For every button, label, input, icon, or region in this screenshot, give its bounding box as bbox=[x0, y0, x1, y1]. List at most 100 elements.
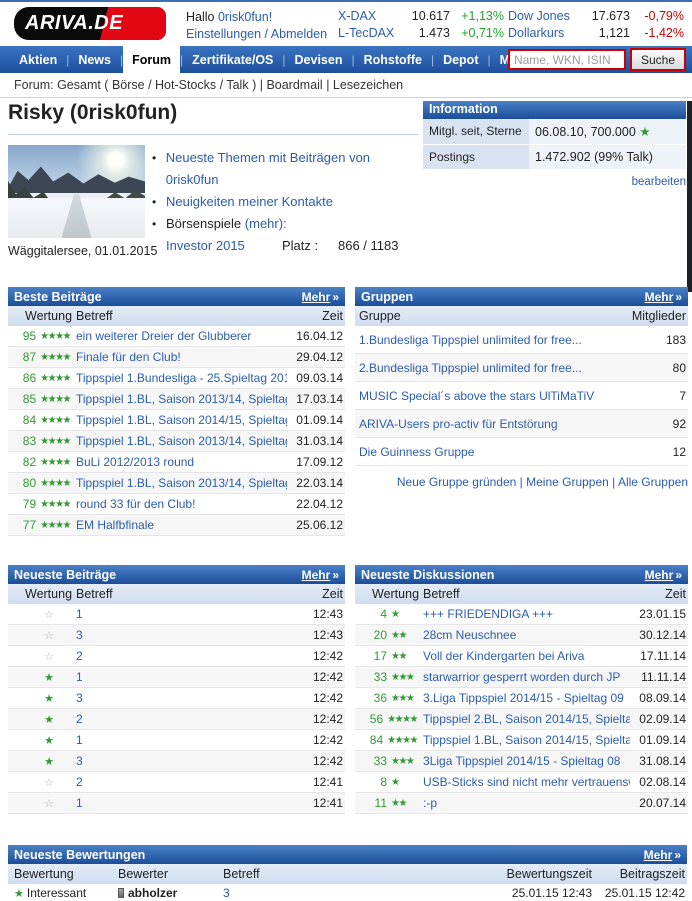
ticker-label[interactable]: L-TecDAX bbox=[338, 26, 400, 40]
post-link[interactable]: 3 bbox=[70, 691, 287, 705]
post-time: 31.08.14 bbox=[630, 754, 688, 768]
latest-topics-link[interactable]: Neueste Themen mit Beiträgen von 0risk0f… bbox=[166, 147, 422, 191]
post-link[interactable]: 1 bbox=[70, 670, 287, 684]
post-link[interactable]: ein weiterer Dreier der Glubberer bbox=[70, 329, 287, 343]
post-link[interactable]: USB-Sticks sind nicht mehr vertrauenswür… bbox=[417, 775, 630, 789]
post-link[interactable]: 1 bbox=[70, 796, 287, 810]
search-button[interactable]: Suche bbox=[630, 48, 686, 71]
group-link[interactable]: 2.Bundesliga Tippspiel unlimited for fre… bbox=[355, 361, 618, 375]
rating-value: 95 bbox=[8, 329, 36, 343]
bewerter-link[interactable]: abholzer bbox=[128, 886, 177, 900]
bewertungszeit: 25.01.15 12:43 bbox=[442, 886, 592, 900]
rating-value: 79 bbox=[8, 497, 36, 511]
post-link[interactable]: +++ FRIEDENDIGA +++ bbox=[417, 607, 630, 621]
post-link[interactable]: 1 bbox=[70, 733, 287, 747]
rating-cell: 80★★★★ bbox=[8, 476, 70, 490]
rating-stars-icon: ★★★ bbox=[391, 756, 413, 767]
panel-title: Neueste Bewertungen bbox=[14, 848, 145, 862]
rating-cell: ☆ bbox=[8, 629, 70, 642]
post-link[interactable]: 3 bbox=[70, 628, 287, 642]
more-link[interactable]: Mehr» bbox=[302, 568, 339, 582]
post-link[interactable]: 2 bbox=[70, 775, 287, 789]
star-empty-icon: ☆ bbox=[8, 797, 54, 810]
post-link[interactable]: Finale für den Club! bbox=[70, 350, 287, 364]
more-link[interactable]: Mehr» bbox=[302, 290, 339, 304]
gruppen-action-link[interactable]: Meine Gruppen bbox=[526, 475, 609, 489]
nav-item-forum[interactable]: Forum bbox=[123, 46, 180, 73]
breadcrumb-link[interactable]: Boardmail bbox=[266, 78, 322, 92]
post-link[interactable]: 1 bbox=[70, 607, 287, 621]
group-link[interactable]: ARIVA-Users pro-activ für Entstörung bbox=[355, 417, 618, 431]
table-row: ★212:42 bbox=[8, 709, 345, 730]
group-member-count: 80 bbox=[618, 361, 688, 375]
post-link[interactable]: EM Halfbfinale bbox=[70, 518, 287, 532]
nav-item-news[interactable]: News bbox=[69, 46, 120, 73]
account-links[interactable]: Einstellungen / Abmelden bbox=[186, 27, 327, 41]
rating-cell: 4★ bbox=[355, 607, 417, 621]
breadcrumb-link[interactable]: Börse bbox=[112, 78, 145, 92]
post-link[interactable]: 2 bbox=[70, 649, 287, 663]
game-link[interactable]: Investor 2015 bbox=[166, 235, 282, 257]
post-time: 12:43 bbox=[287, 628, 345, 642]
gruppen-action-link[interactable]: Alle Gruppen bbox=[618, 475, 688, 489]
post-link[interactable]: Voll der Kindergarten bei Ariva bbox=[417, 649, 630, 663]
breadcrumb-link[interactable]: Hot-Stocks bbox=[155, 78, 216, 92]
group-link[interactable]: MUSIC Special´s above the stars UlTiMaTi… bbox=[355, 389, 618, 403]
post-link[interactable]: Tippspiel 1.BL, Saison 2014/15, Spieltag… bbox=[70, 413, 287, 427]
post-link[interactable]: 2 bbox=[70, 712, 287, 726]
post-time: 02.08.14 bbox=[630, 775, 688, 789]
star-filled-icon: ★ bbox=[8, 734, 54, 747]
rating-value: 87 bbox=[8, 350, 36, 364]
post-link[interactable]: Tippspiel 1.BL, Saison 2013/14, Spieltag… bbox=[70, 434, 287, 448]
ticker-label[interactable]: Dollarkurs bbox=[508, 26, 582, 40]
post-link[interactable]: Tippspiel 1.BL, Saison 2014/15, Spieltag… bbox=[417, 733, 630, 747]
post-link[interactable]: 3Liga Tippspiel 2014/15 - Spieltag 08 bbox=[417, 754, 630, 768]
gruppen-action-link[interactable]: Neue Gruppe gründen bbox=[397, 475, 516, 489]
post-link[interactable]: Tippspiel 2.BL, Saison 2014/15, Spieltag… bbox=[417, 712, 630, 726]
group-link[interactable]: Die Guinness Gruppe bbox=[355, 445, 618, 459]
table-row: ARIVA-Users pro-activ für Entstörung92 bbox=[355, 410, 688, 438]
star-filled-icon: ★ bbox=[8, 755, 54, 768]
panel-neueste-diskussionen: Neueste Diskussionen Mehr» Wertung Betre… bbox=[355, 565, 688, 814]
boersenspiele-more-link[interactable]: (mehr): bbox=[245, 216, 287, 231]
more-link[interactable]: Mehr» bbox=[645, 290, 682, 304]
post-link[interactable]: 3.Liga Tippspiel 2014/15 - Spieltag 09 bbox=[417, 691, 630, 705]
rating-stars-icon: ★ bbox=[391, 609, 398, 620]
rating-cell: ☆ bbox=[8, 650, 70, 663]
logo-text: ARIVA.DE bbox=[25, 12, 123, 35]
panel-beste-beitraege: Beste Beiträge Mehr» Wertung Betreff Zei… bbox=[8, 287, 345, 536]
search-input[interactable] bbox=[508, 49, 626, 70]
breadcrumb-link[interactable]: Talk bbox=[226, 78, 248, 92]
breadcrumb-link[interactable]: Lesezeichen bbox=[333, 78, 403, 92]
beitragszeit: 25.01.15 12:42 bbox=[592, 886, 687, 900]
ariva-logo[interactable]: ARIVA.DE bbox=[14, 7, 166, 40]
nav-item-depot[interactable]: Depot bbox=[434, 46, 487, 73]
post-link[interactable]: Tippspiel 1.BL, Saison 2013/14, Spieltag… bbox=[70, 392, 287, 406]
nav-item-rohstoffe[interactable]: Rohstoffe bbox=[355, 46, 431, 73]
breadcrumb-link[interactable]: Gesamt bbox=[57, 78, 101, 92]
contacts-news-link[interactable]: Neuigkeiten meiner Kontakte bbox=[166, 191, 333, 213]
more-link[interactable]: Mehr» bbox=[644, 848, 681, 862]
ticker-label[interactable]: Dow Jones bbox=[508, 9, 582, 23]
more-link[interactable]: Mehr» bbox=[645, 568, 682, 582]
nav-item-devisen[interactable]: Devisen bbox=[286, 46, 352, 73]
nav-item-aktien[interactable]: Aktien bbox=[10, 46, 66, 73]
rating-stars-icon: ★★★ bbox=[391, 693, 413, 704]
username-link[interactable]: 0risk0fun! bbox=[218, 10, 272, 24]
post-link[interactable]: 28cm Neuschnee bbox=[417, 628, 630, 642]
star-filled-icon: ★ bbox=[8, 713, 54, 726]
post-link[interactable]: Tippspiel 1.BL, Saison 2013/14, Spieltag… bbox=[70, 476, 287, 490]
post-time: 12:42 bbox=[287, 733, 345, 747]
post-link[interactable]: BuLi 2012/2013 round bbox=[70, 455, 287, 469]
post-link[interactable]: :-p bbox=[417, 796, 630, 810]
ticker-label[interactable]: X-DAX bbox=[338, 9, 400, 23]
rating-cell: ☆ bbox=[8, 797, 70, 810]
post-link[interactable]: 3 bbox=[223, 886, 230, 900]
group-link[interactable]: 1.Bundesliga Tippspiel unlimited for fre… bbox=[355, 333, 618, 347]
post-link[interactable]: Tippspiel 1.Bundesliga - 25.Spieltag 201… bbox=[70, 371, 287, 385]
post-link[interactable]: starwarrior gesperrt worden durch JP bbox=[417, 670, 630, 684]
edit-profile-link[interactable]: bearbeiten bbox=[632, 176, 686, 188]
nav-item-zertifikateos[interactable]: Zertifikate/OS bbox=[183, 46, 282, 73]
post-link[interactable]: 3 bbox=[70, 754, 287, 768]
post-link[interactable]: round 33 für den Club! bbox=[70, 497, 287, 511]
